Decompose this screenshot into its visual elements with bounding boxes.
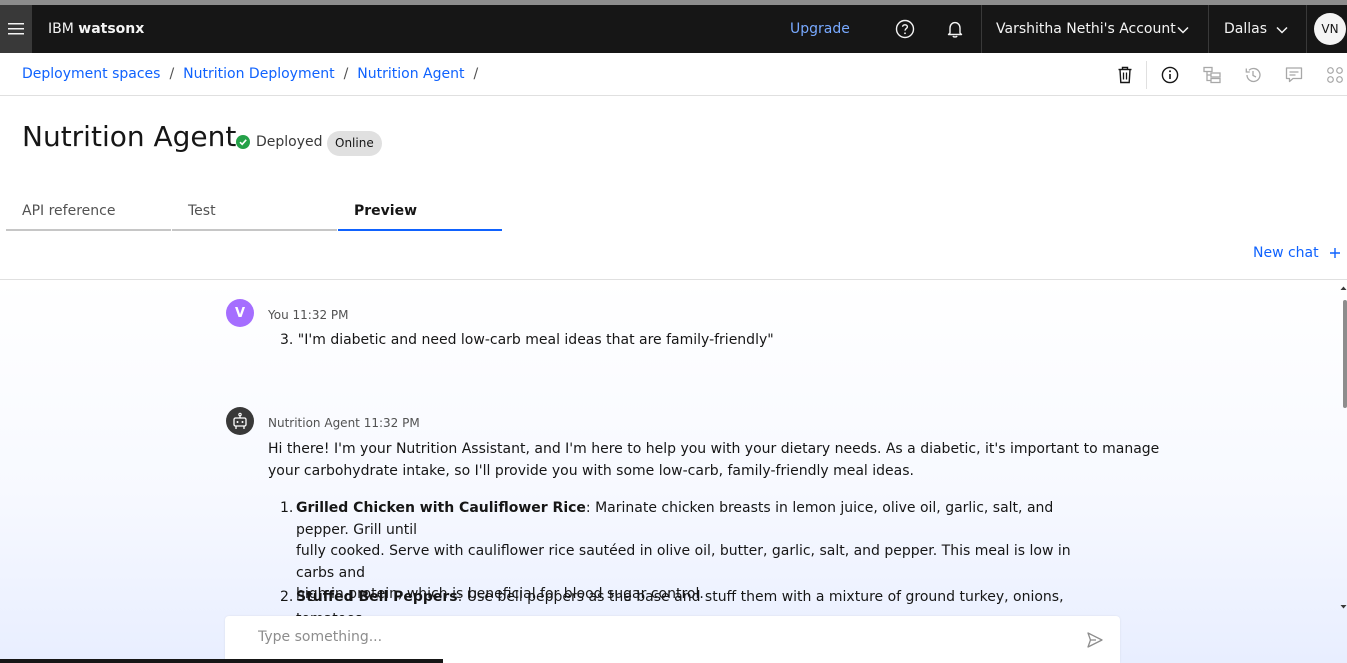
message-author: You — [268, 308, 289, 322]
chat-input[interactable] — [258, 629, 1058, 645]
list-item-text: fully cooked. Serve with cauliflower ric… — [296, 543, 1071, 581]
structure-button[interactable] — [1200, 63, 1224, 87]
apps-button[interactable] — [1323, 63, 1347, 87]
hamburger-icon — [8, 23, 24, 35]
account-switcher[interactable]: Varshitha Nethi's Account — [996, 5, 1176, 53]
menu-button[interactable] — [0, 5, 32, 53]
tab-preview[interactable]: Preview — [338, 196, 502, 231]
brand-prefix: IBM — [48, 21, 74, 37]
scroll-up-icon — [1340, 286, 1347, 290]
account-label: Varshitha Nethi's Account — [996, 21, 1176, 37]
robot-icon — [233, 412, 247, 429]
breadcrumb-nutrition-deployment[interactable]: Nutrition Deployment — [183, 66, 334, 82]
page-title: Nutrition Agent — [22, 120, 237, 153]
breadcrumb-nutrition-agent[interactable]: Nutrition Agent — [357, 66, 464, 82]
user-message-text: 3. "I'm diabetic and need low-carb meal … — [280, 332, 774, 348]
list-item-title: Stuffed Bell Peppers — [296, 589, 458, 605]
agent-intro-line: Hi there! I'm your Nutrition Assistant, … — [268, 441, 1160, 457]
deployment-status: Deployed — [236, 134, 323, 150]
agent-message-meta: Nutrition Agent 11:32 PM — [268, 416, 420, 430]
online-tag: Online — [327, 131, 382, 156]
region-label: Dallas — [1224, 21, 1268, 37]
upgrade-link[interactable]: Upgrade — [790, 5, 850, 53]
breadcrumb-separator: / — [343, 66, 349, 82]
user-avatar[interactable]: VN — [1314, 13, 1346, 45]
agent-message-avatar — [226, 407, 254, 435]
flow-icon — [1203, 66, 1221, 84]
checkmark-icon — [236, 135, 250, 149]
breadcrumb-separator: / — [473, 66, 479, 82]
breadcrumb-separator: / — [169, 66, 175, 82]
chat-panel: V You 11:32 PM 3. "I'm diabetic and need… — [0, 280, 1347, 663]
user-message-avatar: V — [226, 299, 254, 327]
list-item-title: Grilled Chicken with Cauliflower Rice — [296, 500, 586, 516]
plus-icon — [1329, 248, 1340, 258]
comments-button[interactable] — [1282, 63, 1306, 87]
header-divider — [1208, 5, 1209, 53]
chat-input-box — [225, 616, 1120, 663]
notifications-button[interactable] — [931, 5, 979, 53]
chat-icon — [1285, 67, 1303, 83]
breadcrumb-bar: Deployment spaces / Nutrition Deployment / N… — [0, 53, 1347, 96]
region-switcher[interactable]: Dallas — [1224, 5, 1267, 53]
message-author: Nutrition Agent — [268, 416, 360, 430]
product-name[interactable]: IBM watsonx — [48, 5, 144, 53]
agent-intro-line: your carbohydrate intake, so I'll provid… — [268, 463, 914, 479]
grid-icon — [1327, 67, 1343, 83]
chevron-down-icon — [1276, 26, 1288, 34]
message-time: 11:32 PM — [292, 308, 349, 322]
tab-test[interactable]: Test — [172, 196, 337, 231]
scroll-thumb[interactable] — [1343, 300, 1347, 408]
status-label: Deployed — [256, 134, 323, 150]
trash-icon — [1118, 66, 1132, 84]
toolbar-divider — [1146, 61, 1147, 89]
header-divider — [1306, 5, 1307, 53]
delete-button[interactable] — [1113, 63, 1137, 87]
bottom-bar — [0, 659, 443, 663]
help-button[interactable] — [881, 5, 929, 53]
tab-api-reference[interactable]: API reference — [6, 196, 171, 231]
scroll-down-icon — [1340, 605, 1347, 609]
top-header: IBM watsonx Upgrade Varshitha Nethi's Ac… — [0, 5, 1347, 53]
new-chat-button[interactable]: New chat — [1253, 245, 1341, 261]
history-icon — [1245, 67, 1261, 83]
list-item-number: 2. — [280, 589, 294, 605]
list-item-number: 1. — [280, 500, 294, 516]
list-item-body: Grilled Chicken with Cauliflower Rice: M… — [268, 498, 1088, 541]
breadcrumb: Deployment spaces / Nutrition Deployment / N… — [22, 53, 487, 96]
breadcrumb-deployment-spaces[interactable]: Deployment spaces — [22, 66, 160, 82]
header-divider — [981, 5, 982, 53]
send-icon[interactable] — [1085, 630, 1105, 650]
history-button[interactable] — [1241, 63, 1265, 87]
chevron-down-icon — [1177, 26, 1189, 34]
new-chat-label: New chat — [1253, 245, 1319, 261]
brand-product: watsonx — [78, 21, 145, 37]
user-message-meta: You 11:32 PM — [268, 308, 349, 322]
help-icon — [895, 19, 915, 39]
info-button[interactable] — [1158, 63, 1182, 87]
message-time: 11:32 PM — [363, 416, 420, 430]
info-icon — [1161, 66, 1179, 84]
bell-icon — [947, 21, 963, 38]
